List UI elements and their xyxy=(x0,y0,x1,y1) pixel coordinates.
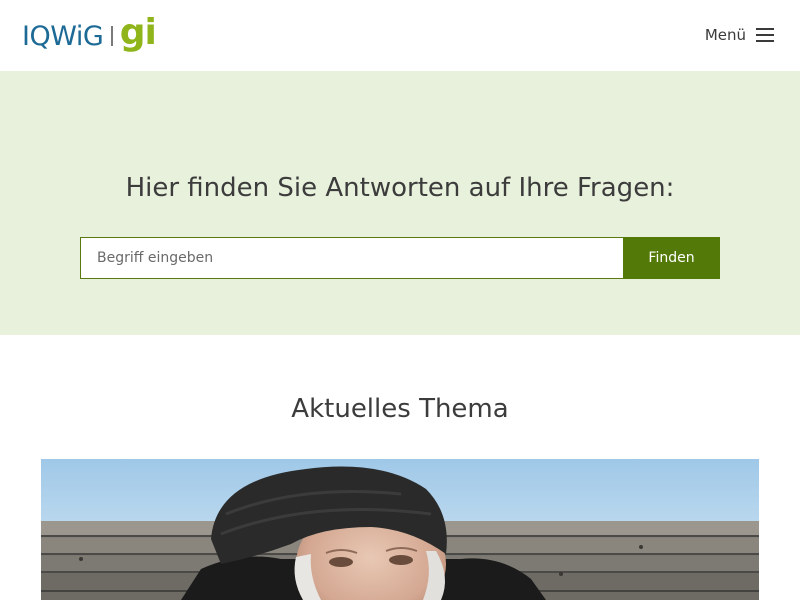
hero-title: Hier finden Sie Antworten auf Ihre Frage… xyxy=(125,173,675,203)
logo-iqwig-text: IQWiG xyxy=(22,20,104,52)
topic-photo-elderly-woman xyxy=(41,459,759,600)
logo-gi-text: gi xyxy=(119,12,157,53)
search-submit-button[interactable]: Finden xyxy=(623,237,720,279)
site-header: IQWiG gi Menü xyxy=(0,0,800,71)
menu-label: Menü xyxy=(704,26,746,44)
search-hero: Hier finden Sie Antworten auf Ihre Frage… xyxy=(0,71,800,335)
menu-button[interactable]: Menü xyxy=(705,22,774,48)
site-logo[interactable]: IQWiG gi xyxy=(22,12,157,58)
search-input[interactable] xyxy=(80,237,623,279)
logo-divider xyxy=(111,26,113,46)
hamburger-icon xyxy=(756,28,774,42)
current-topic-heading: Aktuelles Thema xyxy=(291,394,509,424)
current-topic-image[interactable] xyxy=(41,459,759,600)
search-form: Finden xyxy=(80,237,720,279)
